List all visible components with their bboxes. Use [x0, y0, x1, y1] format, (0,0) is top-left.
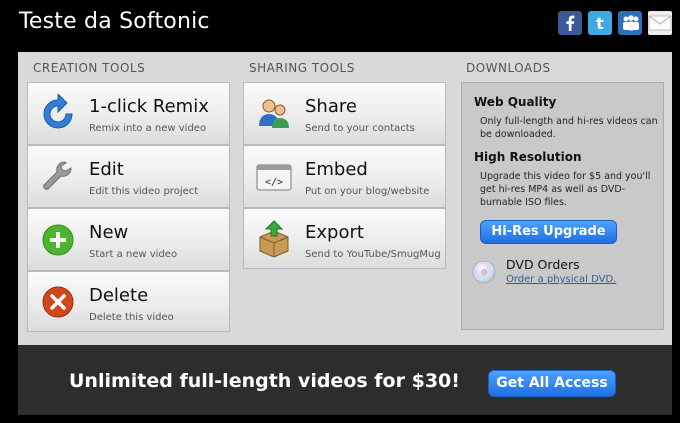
high-res-title: High Resolution	[474, 150, 582, 164]
dvd-disc-icon	[472, 260, 496, 284]
new-sub: Start a new video	[89, 249, 178, 260]
downloads-heading: DOWNLOADS	[466, 61, 551, 75]
remix-button[interactable]: 1-click Remix Remix into a new video	[27, 82, 230, 145]
page-title: Teste da Softonic	[19, 9, 210, 34]
hi-res-upgrade-button[interactable]: Hi-Res Upgrade	[480, 220, 617, 244]
web-quality-text: Only full-length and hi-res videos can b…	[480, 116, 658, 140]
twitter-icon[interactable]: t	[588, 11, 612, 35]
share-button[interactable]: Share Send to your contacts	[243, 82, 446, 145]
get-all-access-button[interactable]: Get All Access	[488, 370, 616, 397]
creation-tools-heading: CREATION TOOLS	[33, 61, 146, 75]
embed-sub: Put on your blog/website	[305, 186, 430, 197]
delete-button[interactable]: Delete Delete this video	[27, 271, 230, 332]
remix-sub: Remix into a new video	[89, 123, 207, 134]
downloads-box: Web Quality Only full-length and hi-res …	[461, 82, 664, 330]
share-label: Share	[305, 96, 357, 117]
delete-x-icon	[38, 282, 78, 322]
remix-label: 1-click Remix	[89, 96, 209, 117]
delete-sub: Delete this video	[89, 312, 174, 323]
new-button[interactable]: New Start a new video	[27, 208, 230, 271]
edit-sub: Edit this video project	[89, 186, 199, 197]
export-label: Export	[305, 222, 364, 243]
dvd-orders-title: DVD Orders	[506, 257, 580, 272]
new-label: New	[89, 222, 129, 243]
export-button[interactable]: Export Send to YouTube/SmugMug	[243, 208, 446, 269]
export-sub: Send to YouTube/SmugMug	[305, 249, 441, 260]
order-dvd-link[interactable]: Order a physical DVD.	[506, 274, 616, 285]
users-icon	[254, 94, 294, 134]
svg-text:</>: </>	[265, 177, 283, 188]
embed-label: Embed	[305, 159, 368, 180]
export-box-icon	[254, 219, 294, 259]
web-quality-title: Web Quality	[474, 95, 557, 109]
delete-label: Delete	[89, 285, 149, 306]
promo-text: Unlimited full-length videos for $30!	[69, 370, 460, 392]
svg-text:t: t	[596, 14, 604, 33]
share-sub: Send to your contacts	[305, 123, 415, 134]
high-res-text: Upgrade this video for $5 and you'll get…	[480, 171, 651, 208]
wrench-icon	[38, 157, 78, 197]
edit-button[interactable]: Edit Edit this video project	[27, 145, 230, 208]
code-window-icon: </>	[254, 157, 294, 197]
remix-arrow-icon	[38, 93, 78, 134]
sharing-tools-heading: SHARING TOOLS	[249, 61, 355, 75]
myspace-icon[interactable]	[618, 11, 642, 35]
plus-circle-icon	[38, 220, 78, 260]
facebook-icon[interactable]	[558, 11, 582, 35]
embed-button[interactable]: </> Embed Put on your blog/website	[243, 145, 446, 208]
edit-label: Edit	[89, 159, 124, 180]
email-icon[interactable]	[648, 11, 672, 35]
